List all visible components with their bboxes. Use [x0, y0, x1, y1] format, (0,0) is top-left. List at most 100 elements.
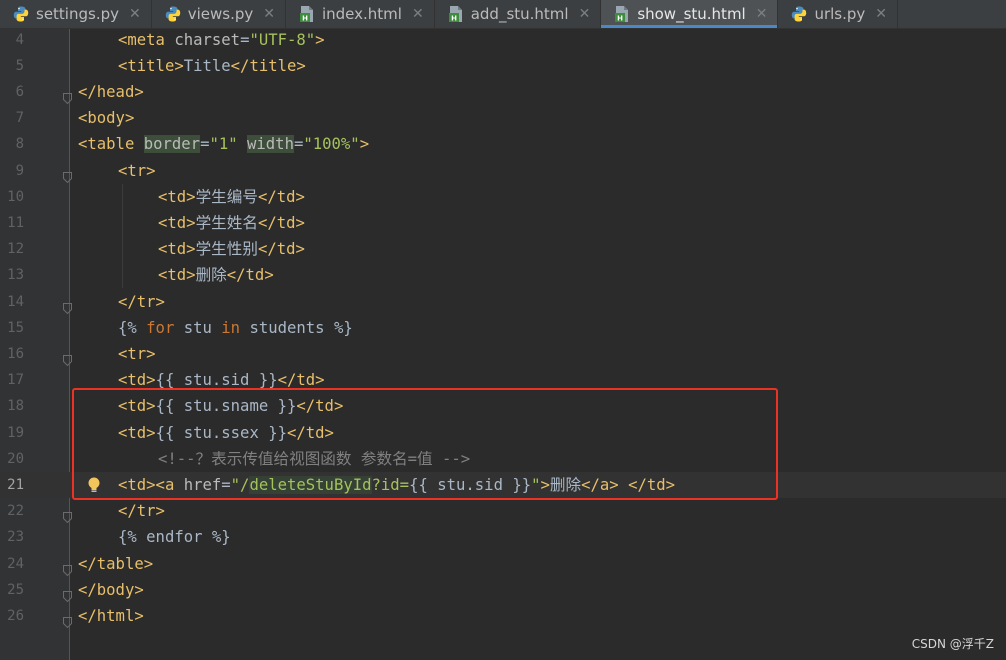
fold-marker-icon[interactable]: [63, 610, 72, 629]
code-text: </table>: [78, 551, 153, 577]
code-token: <td>: [158, 240, 196, 259]
close-tab-icon[interactable]: ✕: [412, 6, 424, 22]
line-number: 9: [15, 162, 24, 179]
code-token: 学生编号: [195, 187, 258, 206]
code-line[interactable]: 26 </html>: [0, 603, 1006, 629]
code-line[interactable]: 4 <meta charset="UTF-8">: [0, 27, 1006, 53]
code-text: <td>学生姓名</td>: [158, 210, 305, 236]
code-text: <meta charset="UTF-8">: [118, 27, 325, 53]
python-file-icon: [790, 5, 808, 23]
code-token: >: [359, 135, 370, 154]
line-number: 24: [7, 555, 24, 572]
fold-marker-icon[interactable]: [63, 558, 72, 576]
svg-text:H: H: [302, 14, 308, 22]
code-token: </body>: [78, 580, 144, 599]
tab-index-html[interactable]: Hindex.html ✕: [286, 0, 435, 28]
close-tab-icon[interactable]: ✕: [129, 6, 141, 22]
code-line[interactable]: 23 {% endfor %}: [0, 524, 1006, 550]
html-file-icon: H: [447, 5, 465, 23]
fold-marker-icon[interactable]: [63, 86, 72, 105]
line-number: 20: [7, 450, 24, 467]
code-line[interactable]: 5 <title>Title</title>: [0, 53, 1006, 79]
code-token: 学生姓名: [195, 213, 258, 232]
code-line[interactable]: 9 <tr>: [0, 158, 1006, 184]
code-editor[interactable]: 4 <meta charset="UTF-8"> 5 <title>Title</ti…: [0, 29, 1006, 660]
code-line[interactable]: 11 <td>学生姓名</td>: [0, 209, 1006, 237]
code-token: <meta: [118, 30, 175, 49]
code-token: <td>: [158, 213, 196, 232]
code-line[interactable]: 6 </head>: [0, 79, 1006, 105]
code-token: </title>: [230, 56, 306, 75]
code-line[interactable]: 10 <td>学生编号</td>: [0, 183, 1006, 210]
code-token: </td>: [277, 371, 325, 390]
code-token: <table: [78, 135, 144, 154]
fold-marker-icon[interactable]: [63, 348, 72, 367]
code-line[interactable]: 13 <td>删除</td>: [0, 262, 1006, 289]
code-text: <td>学生性别</td>: [158, 236, 305, 262]
code-text: <td>学生编号</td>: [158, 184, 305, 210]
code-token: </td>: [257, 240, 305, 259]
tab-label: show_stu.html: [637, 5, 746, 23]
fold-marker-icon[interactable]: [63, 505, 72, 524]
code-line[interactable]: 25 </body>: [0, 577, 1006, 603]
code-line[interactable]: 8 <table border="1" width="100%">: [0, 131, 1006, 157]
highlight-annotation-box: [72, 388, 778, 500]
code-token: <title>: [118, 56, 184, 75]
close-tab-icon[interactable]: ✕: [263, 6, 275, 22]
code-token: 学生性别: [195, 240, 258, 259]
code-token: </td>: [257, 213, 305, 232]
indent-guide: [122, 183, 123, 210]
tab-views-py[interactable]: views.py ✕: [152, 0, 286, 28]
code-token: "1": [209, 135, 248, 154]
code-text: <table border="1" width="100%">: [78, 131, 369, 157]
tab-label: urls.py: [814, 5, 866, 23]
code-token: in: [221, 318, 250, 337]
code-line[interactable]: 14 </tr>: [0, 289, 1006, 315]
fold-marker-icon[interactable]: [63, 584, 72, 602]
code-text: {% endfor %}: [118, 524, 231, 550]
line-number: 19: [7, 424, 24, 441]
code-line[interactable]: 15 {% for stu in students %}: [0, 315, 1006, 341]
editor-tab-bar: settings.py ✕ views.py ✕ Hindex.html ✕ Hadd_st…: [0, 0, 1006, 29]
tab-label: views.py: [187, 5, 254, 23]
code-line[interactable]: 16 <tr>: [0, 341, 1006, 367]
tab-label: add_stu.html: [470, 5, 569, 23]
watermark: CSDN @浮千Z: [911, 637, 994, 651]
close-tab-icon[interactable]: ✕: [579, 6, 591, 22]
line-number: 16: [7, 345, 24, 362]
tab-label: settings.py: [36, 5, 119, 23]
line-number: 5: [15, 57, 24, 74]
code-token: border: [143, 135, 201, 154]
code-text: </tr>: [118, 289, 165, 315]
fold-marker-icon[interactable]: [63, 165, 72, 183]
line-number: 22: [7, 503, 24, 520]
code-token: </tr>: [118, 292, 165, 311]
line-number: 12: [7, 241, 24, 258]
line-number: 8: [15, 136, 24, 153]
code-token: students %}: [249, 318, 353, 337]
tab-label: index.html: [321, 5, 402, 23]
close-tab-icon[interactable]: ✕: [756, 6, 768, 22]
line-number: 4: [15, 31, 24, 48]
line-number: 6: [15, 83, 24, 100]
line-number: 14: [7, 293, 24, 310]
code-token: >: [315, 30, 325, 49]
code-text: <title>Title</title>: [118, 53, 306, 79]
svg-text:H: H: [617, 14, 623, 22]
code-token: <body>: [78, 109, 135, 128]
tab-show-stu-html[interactable]: Hshow_stu.html ✕: [601, 0, 779, 28]
tab-urls-py[interactable]: urls.py ✕: [778, 0, 899, 28]
close-tab-icon[interactable]: ✕: [875, 6, 887, 22]
code-line[interactable]: 22 </tr>: [0, 498, 1006, 524]
indent-guide: [122, 262, 123, 289]
code-token: 删除: [195, 266, 227, 285]
code-line[interactable]: 24 </table>: [0, 551, 1006, 577]
tab-settings-py[interactable]: settings.py ✕: [0, 0, 152, 28]
code-line[interactable]: 7 <body>: [0, 105, 1006, 131]
code-line[interactable]: 12 <td>学生性别</td>: [0, 236, 1006, 263]
fold-marker-icon[interactable]: [63, 296, 72, 314]
tab-add-stu-html[interactable]: Hadd_stu.html ✕: [435, 0, 602, 28]
svg-text:H: H: [451, 14, 457, 22]
python-file-icon: [12, 5, 30, 23]
code-token: </head>: [78, 82, 144, 101]
